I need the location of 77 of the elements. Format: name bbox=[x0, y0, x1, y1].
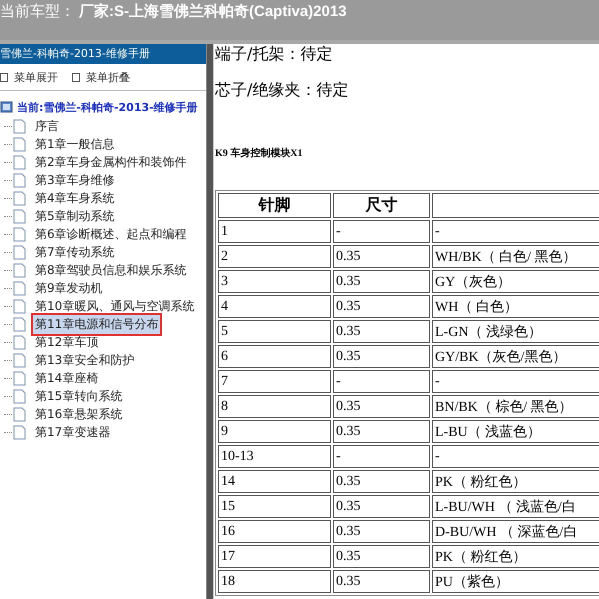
table-cell: 15 bbox=[218, 495, 331, 518]
table-cell: 0.35 bbox=[333, 470, 430, 493]
table-cell: 18 bbox=[218, 570, 331, 593]
document-icon bbox=[13, 172, 26, 188]
table-cell: WH（ 白色） bbox=[432, 295, 599, 318]
table-cell: L-BU（ 浅蓝色） bbox=[432, 420, 599, 443]
table-cell: 10-13 bbox=[218, 445, 331, 468]
model-label: 当前车型： bbox=[0, 2, 75, 21]
table-cell: GY/BK（灰色/黑色） bbox=[432, 345, 599, 368]
table-cell: 6 bbox=[218, 345, 331, 368]
document-icon bbox=[13, 370, 26, 386]
document-icon bbox=[13, 190, 26, 206]
table-cell: 0.35 bbox=[333, 520, 430, 543]
table-cell: 16 bbox=[218, 520, 331, 543]
table-cell: 0.35 bbox=[333, 420, 430, 443]
table-cell: L-BU/WH （ 浅蓝色/白 bbox=[432, 495, 599, 518]
table-cell: - bbox=[333, 445, 430, 468]
table-cell: L-GN（ 浅绿色） bbox=[432, 320, 599, 343]
table-cell: WH/BK（ 白色/ 黑色） bbox=[432, 245, 599, 268]
model-value: 厂家:S-上海雪佛兰科帕奇(Captiva)2013 bbox=[79, 2, 347, 21]
document-icon bbox=[13, 262, 26, 278]
table-cell: 1 bbox=[218, 220, 331, 243]
document-icon bbox=[13, 208, 26, 224]
table-cell: 7 bbox=[218, 370, 331, 393]
table-cell: - bbox=[333, 220, 430, 243]
table-cell: 0.35 bbox=[333, 270, 430, 293]
document-icon bbox=[13, 244, 26, 260]
column-header: 针脚 bbox=[218, 193, 331, 218]
table-cell: - bbox=[333, 370, 430, 393]
toolbar-link[interactable]: 菜单展开 bbox=[0, 70, 58, 84]
document-icon bbox=[13, 388, 26, 404]
table-cell: 0.35 bbox=[333, 345, 430, 368]
table-cell: 0.35 bbox=[333, 295, 430, 318]
table-cell: 0.35 bbox=[333, 570, 430, 593]
document-icon bbox=[13, 118, 26, 134]
info-line: 端子/托架：待定 bbox=[215, 44, 334, 65]
table-cell: - bbox=[432, 370, 599, 393]
info-line: 芯子/绝缘夹：待定 bbox=[215, 80, 350, 101]
table-cell: - bbox=[432, 445, 599, 468]
book-icon bbox=[0, 100, 14, 114]
table-cell: PK（ 粉红色） bbox=[432, 470, 599, 493]
table-cell: GY（灰色） bbox=[432, 270, 599, 293]
document-icon bbox=[13, 136, 26, 152]
table-cell: PU（紫色） bbox=[432, 570, 599, 593]
table-cell: 0.35 bbox=[333, 545, 430, 568]
document-icon bbox=[13, 226, 26, 242]
table-cell: BN/BK（ 棕色/ 黑色） bbox=[432, 395, 599, 418]
document-icon bbox=[13, 280, 26, 296]
pane-splitter[interactable] bbox=[206, 44, 214, 599]
table-cell: 2 bbox=[218, 245, 331, 268]
document-icon bbox=[13, 352, 26, 368]
tree-item[interactable]: 第11章电源和信号分布 bbox=[31, 312, 162, 336]
table-cell: - bbox=[432, 220, 599, 243]
column-header: 尺寸 bbox=[333, 193, 430, 218]
table-cell: 8 bbox=[218, 395, 331, 418]
table-cell: 17 bbox=[218, 545, 331, 568]
sidebar-title: 雪佛兰-科帕奇-2013-维修手册 bbox=[0, 44, 206, 64]
tree-root[interactable]: 当前:雪佛兰-科帕奇-2013-维修手册 bbox=[17, 100, 198, 114]
table-cell: PK（ 粉红色） bbox=[432, 545, 599, 568]
table-cell: 14 bbox=[218, 470, 331, 493]
table-cell: 0.35 bbox=[333, 320, 430, 343]
table-cell: 3 bbox=[218, 270, 331, 293]
table-cell: 0.35 bbox=[333, 395, 430, 418]
document-icon bbox=[13, 316, 26, 332]
table-cell: 9 bbox=[218, 420, 331, 443]
table-cell: 0.35 bbox=[333, 495, 430, 518]
document-icon bbox=[13, 298, 26, 314]
section-heading: K9 车身控制模块X1 bbox=[215, 146, 304, 160]
document-icon bbox=[13, 334, 26, 350]
toolbar-link[interactable]: 菜单折叠 bbox=[72, 70, 130, 84]
table-cell: 5 bbox=[218, 320, 331, 343]
document-icon bbox=[13, 406, 26, 422]
table-cell: 4 bbox=[218, 295, 331, 318]
document-icon bbox=[13, 154, 26, 170]
table-cell: D-BU/WH （ 深蓝色/白 bbox=[432, 520, 599, 543]
table-cell: 0.35 bbox=[333, 245, 430, 268]
document-icon bbox=[13, 424, 26, 440]
